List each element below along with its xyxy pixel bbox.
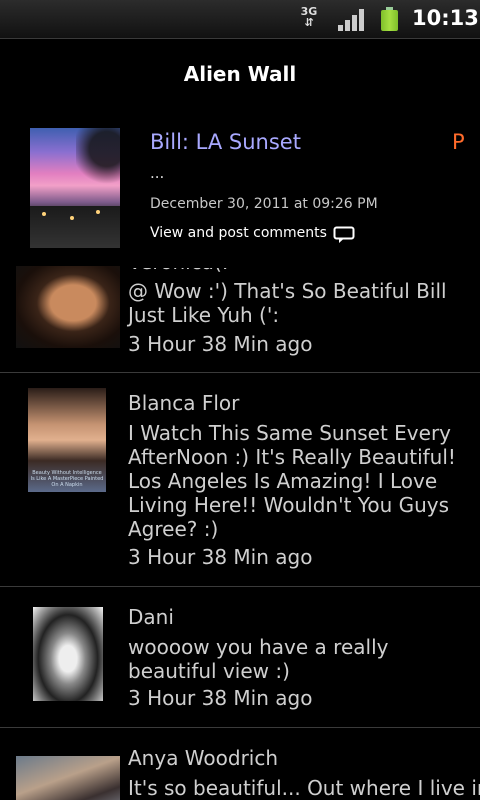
post-thumbnail[interactable] [30, 128, 120, 248]
comment-time: 3 Hour 38 Min ago [128, 545, 313, 569]
comment-item[interactable]: Veronica(: @ Wow :') That's So Beatiful … [0, 250, 480, 372]
clock: 10:13 [412, 6, 479, 30]
post-title[interactable]: Bill: LA Sunset [150, 130, 301, 154]
comment-text: @ Wow :') That's So Beatiful Bill Just L… [128, 279, 447, 327]
comment-author: Blanca Flor [128, 391, 240, 415]
avatar: Beauty Without Intelligence Is Like A Ma… [28, 388, 106, 492]
view-comments-link[interactable]: View and post comments [150, 225, 327, 241]
comment-text: I Watch This Same Sunset Every AfterNoon… [128, 421, 456, 541]
avatar [16, 266, 120, 348]
data-arrows-icon: 3G ⇵ [300, 5, 318, 29]
avatar [33, 607, 103, 701]
post-date: December 30, 2011 at 09:26 PM [150, 196, 378, 212]
comment-bubble-icon[interactable] [333, 226, 355, 244]
comment-item[interactable]: Anya Woodrich It's so beautiful... Out w… [0, 728, 480, 800]
avatar-caption: Beauty Without Intelligence Is Like A Ma… [30, 470, 104, 488]
comment-author: Dani [128, 605, 174, 629]
post-indicator: P [452, 130, 465, 154]
comment-text: woooow you have a really beautiful view … [128, 635, 389, 683]
comment-item[interactable]: Beauty Without Intelligence Is Like A Ma… [0, 373, 480, 586]
status-bar: 3G ⇵ 10:13 [0, 0, 480, 39]
comment-time: 3 Hour 38 Min ago [128, 686, 313, 710]
comment-item[interactable]: Dani woooow you have a really beautiful … [0, 587, 480, 727]
comment-text: It's so beautiful... Out where I live in [128, 776, 480, 800]
signal-icon [338, 9, 364, 31]
post-excerpt: ... [150, 164, 165, 182]
battery-icon [381, 7, 398, 31]
page-title: Alien Wall [183, 62, 297, 86]
comment-author: Anya Woodrich [128, 746, 279, 770]
comment-time: 3 Hour 38 Min ago [128, 332, 313, 356]
avatar [16, 756, 120, 800]
comment-author: Veronica(: [128, 250, 229, 274]
